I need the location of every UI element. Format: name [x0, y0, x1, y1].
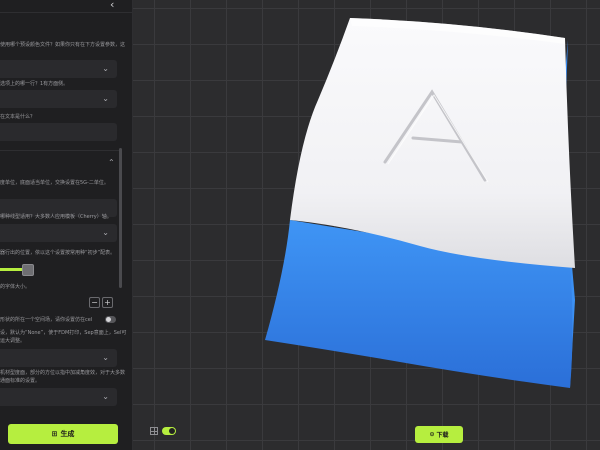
dropdown-field[interactable]: ⌄	[0, 60, 117, 78]
setting-description: 设，默认为“None”，使于FDM打印，Sep意面上，Sel可	[0, 330, 127, 336]
text-input-field[interactable]	[0, 123, 117, 141]
stepper-plus-button[interactable]: +	[102, 297, 113, 308]
setting-description: 在文本是什么？	[0, 114, 36, 120]
setting-description: 选项上的哪一行？1有方面侧。	[0, 81, 69, 87]
setting-description: 度单位，底面适当单位，交换设置在5G-二单位。	[0, 180, 109, 186]
dropdown-field[interactable]: ⌄	[0, 224, 117, 242]
panel-scrollbar[interactable]	[119, 148, 122, 288]
settings-panel: ‹ 使用哪个预设颜色文件？如果你只有在下方设置参数，这 ⌄ 选项上的哪一行？1有…	[0, 0, 133, 450]
dropdown-field[interactable]: ⌄	[0, 388, 117, 406]
dropdown-field[interactable]: ⌄	[0, 349, 117, 367]
slider-handle[interactable]	[22, 264, 34, 276]
stepper-minus-button[interactable]: −	[89, 297, 100, 308]
setting-description: 的字体大小。	[0, 284, 31, 290]
slider-fill	[0, 268, 23, 271]
chevron-down-icon: ⌄	[102, 64, 109, 73]
chevron-down-icon: ⌄	[102, 228, 109, 237]
toggle-switch[interactable]	[105, 316, 116, 323]
section-divider	[0, 150, 122, 151]
dropdown-field[interactable]: ⌄	[0, 90, 117, 108]
view-controls	[150, 427, 176, 435]
setting-description: 运大调整。	[0, 338, 26, 344]
setting-description: 使用哪个预设颜色文件？如果你只有在下方设置参数，这	[0, 42, 126, 48]
setting-description: 哪种线型适用？大多数人应用模板（Cherry）轴。	[0, 214, 112, 220]
grid-toggle[interactable]	[162, 427, 176, 435]
setting-description: 通面标准的设置。	[0, 378, 41, 384]
setting-description: 机材型度面，部分的方位以指中加减角度效，对于大多数	[0, 370, 126, 376]
toggle-knob	[106, 317, 111, 322]
download-icon: ⊙	[429, 431, 435, 438]
chevron-down-icon: ⌄	[102, 392, 109, 401]
generate-icon: ⊞	[51, 430, 58, 438]
download-label: 下载	[436, 432, 449, 439]
generate-button[interactable]: ⊞ 生成	[8, 424, 118, 444]
setting-description: 器行出的位置，依以这个设置按常用种“初步”配表。	[0, 250, 116, 256]
chevron-down-icon: ⌄	[102, 353, 109, 362]
grid-icon[interactable]	[150, 427, 158, 435]
download-button[interactable]: ⊙ 下载	[415, 426, 463, 443]
toggle-knob	[169, 428, 175, 434]
chevron-up-icon[interactable]: ⌃	[108, 158, 115, 167]
chevron-down-icon: ⌄	[102, 94, 109, 103]
setting-description: 形状的所在一个空间场，请你设置仿在cel	[0, 317, 93, 323]
generate-label: 生成	[60, 430, 75, 438]
collapse-panel-icon[interactable]: ‹	[110, 0, 114, 11]
